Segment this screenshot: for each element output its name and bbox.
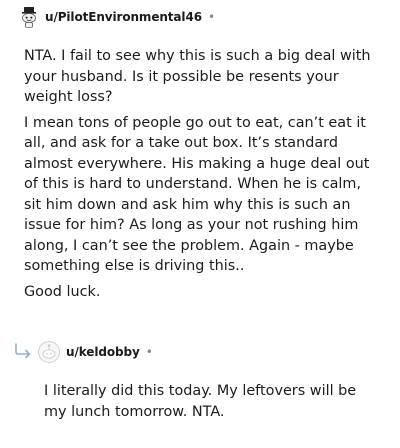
reply-arrow-icon [14,343,34,363]
snoo-default-avatar-icon[interactable] [38,341,60,363]
comment-paragraph: NTA. I fail to see why this is such a bi… [24,48,371,105]
username[interactable]: u/PilotEnvironmental46 [45,10,202,24]
comment-paragraph: I mean tons of people go out to eat, can… [24,114,370,275]
snoo-top-hat-avatar-icon[interactable] [18,6,40,28]
comment-header: u/keldobby • [38,341,153,363]
separator-dot: • [145,345,153,359]
username[interactable]: u/keldobby [66,345,140,359]
comment-paragraph: Good luck. [24,283,101,300]
comment-body: I literally did this today. My leftovers… [44,381,380,422]
comment-header: u/PilotEnvironmental46 • [18,6,215,28]
separator-dot: • [207,10,216,24]
comment-paragraph: I literally did this today. My leftovers… [44,383,357,420]
comment-body: NTA. I fail to see why this is such a bi… [24,46,380,302]
